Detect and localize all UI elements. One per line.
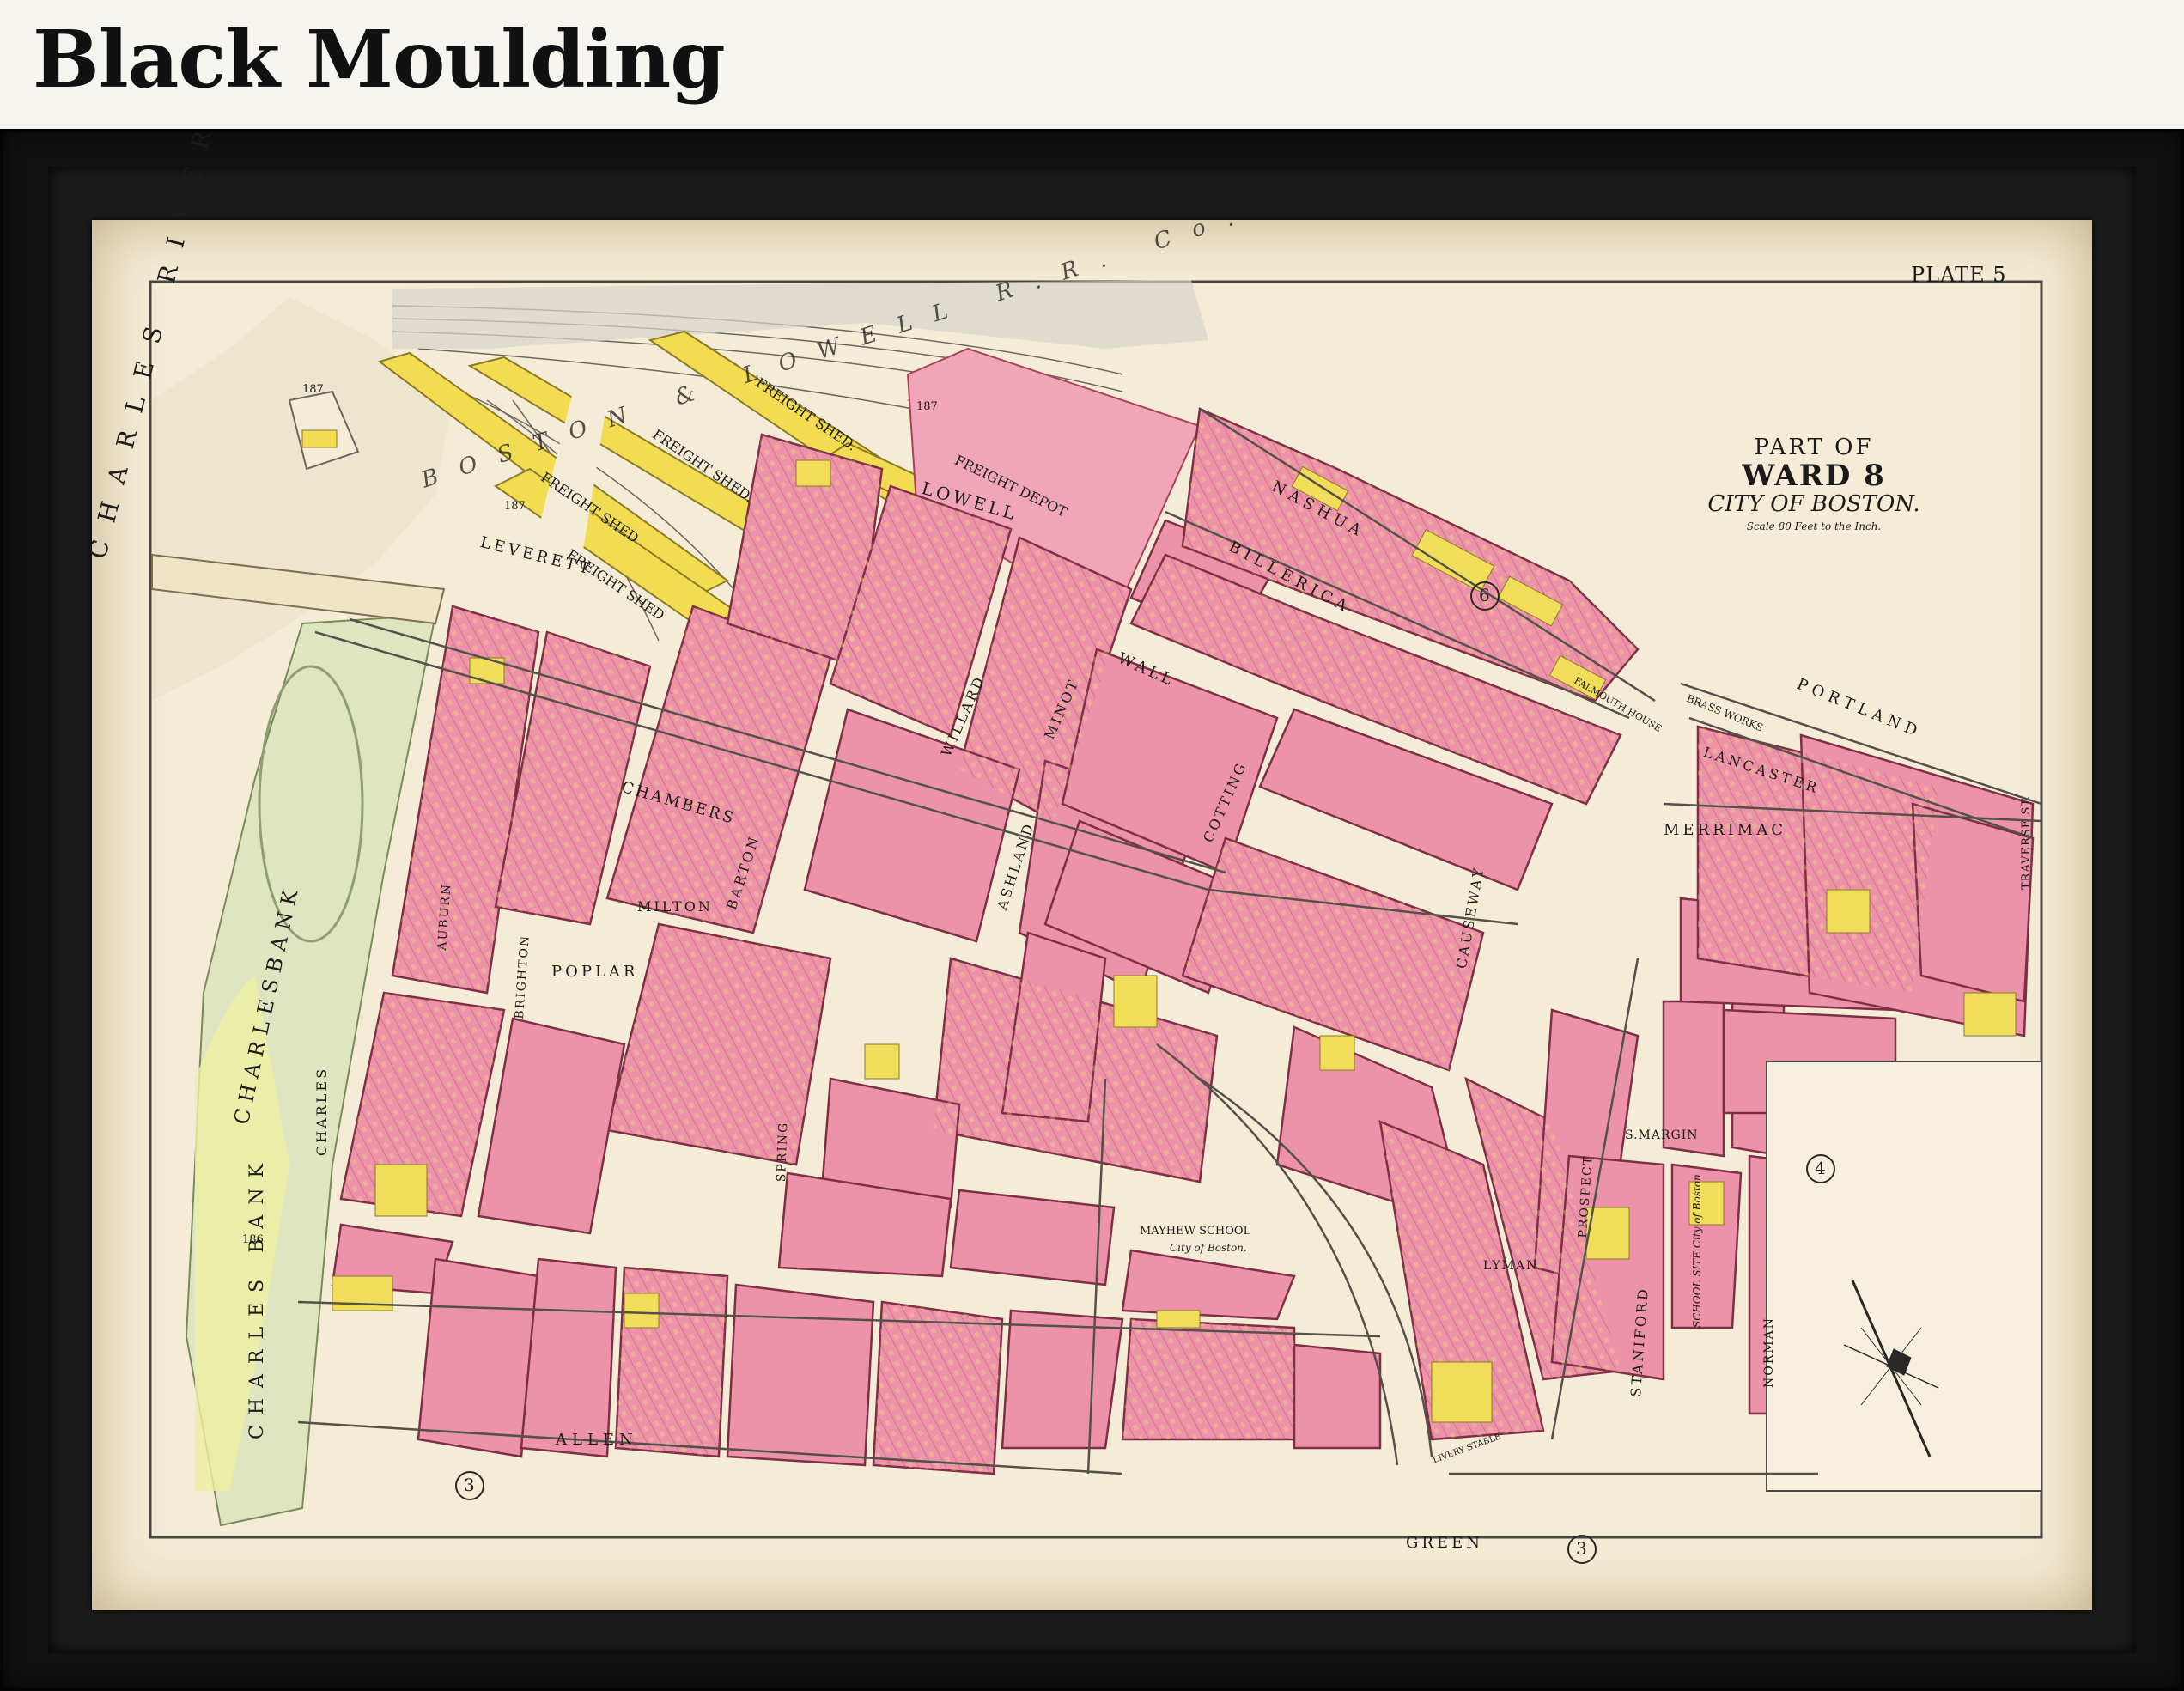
plate-ref-187a: 187 (302, 383, 324, 396)
plate-number: PLATE 5 (1911, 263, 2007, 287)
ward-number-6: 6 (1479, 585, 1490, 605)
map-print: PLATE 5 PART OF WARD 8 CITY OF BOSTON. S… (83, 110, 2092, 1610)
cartouche-scale: Scale 80 Feet to the Inch. (1746, 520, 1882, 532)
label-mayhew-school: MAYHEW SCHOOL (1140, 1225, 1251, 1238)
title-cartouche: PART OF WARD 8 CITY OF BOSTON. Scale 80 … (1685, 435, 1943, 532)
ward-number-3b: 3 (1576, 1538, 1587, 1559)
cartouche-line1: PART OF (1754, 435, 1874, 460)
street-milton: MILTON (637, 898, 713, 915)
street-spring: SPRING (775, 1121, 791, 1183)
street-charles: CHARLES (313, 1066, 330, 1156)
open-lot (1766, 1061, 2042, 1492)
street-merrimac: MERRIMAC (1664, 821, 1786, 839)
cartouche-line3: CITY OF BOSTON. (1707, 491, 1920, 517)
plate-ref-186: 186 (242, 1233, 264, 1246)
street-lyman: LYMAN (1483, 1259, 1539, 1273)
ward-number-4: 4 (1815, 1158, 1826, 1178)
railroad-yard (392, 280, 1208, 349)
page-header: Black Moulding (0, 0, 2184, 129)
cartouche-line2: WARD 8 (1742, 459, 1886, 493)
street-norman: NORMAN (1762, 1317, 1776, 1388)
street-allen: ALLEN (556, 1431, 638, 1449)
label-mayhew-owner: City of Boston. (1170, 1242, 1247, 1254)
plate-ref-187c: 187 (916, 400, 938, 413)
ward-number-3a: 3 (464, 1475, 475, 1495)
map-drawing (149, 280, 2043, 1564)
plate-ref-187b: 187 (504, 500, 526, 513)
park-label-charles-bank: CHARLES BANK (246, 1153, 268, 1439)
black-frame: PLATE 5 PART OF WARD 8 CITY OF BOSTON. S… (0, 110, 2184, 1691)
street-green: GREEN (1406, 1534, 1483, 1552)
street-margin: S.MARGIN (1625, 1128, 1699, 1142)
street-poplar: POPLAR (551, 963, 639, 981)
label-school-site: SCHOOL SITE City of Boston (1691, 1174, 1703, 1328)
street-traverse: TRAVERSE ST. (2020, 794, 2033, 890)
pier-building (301, 429, 338, 448)
page-title: Black Moulding (33, 13, 726, 106)
